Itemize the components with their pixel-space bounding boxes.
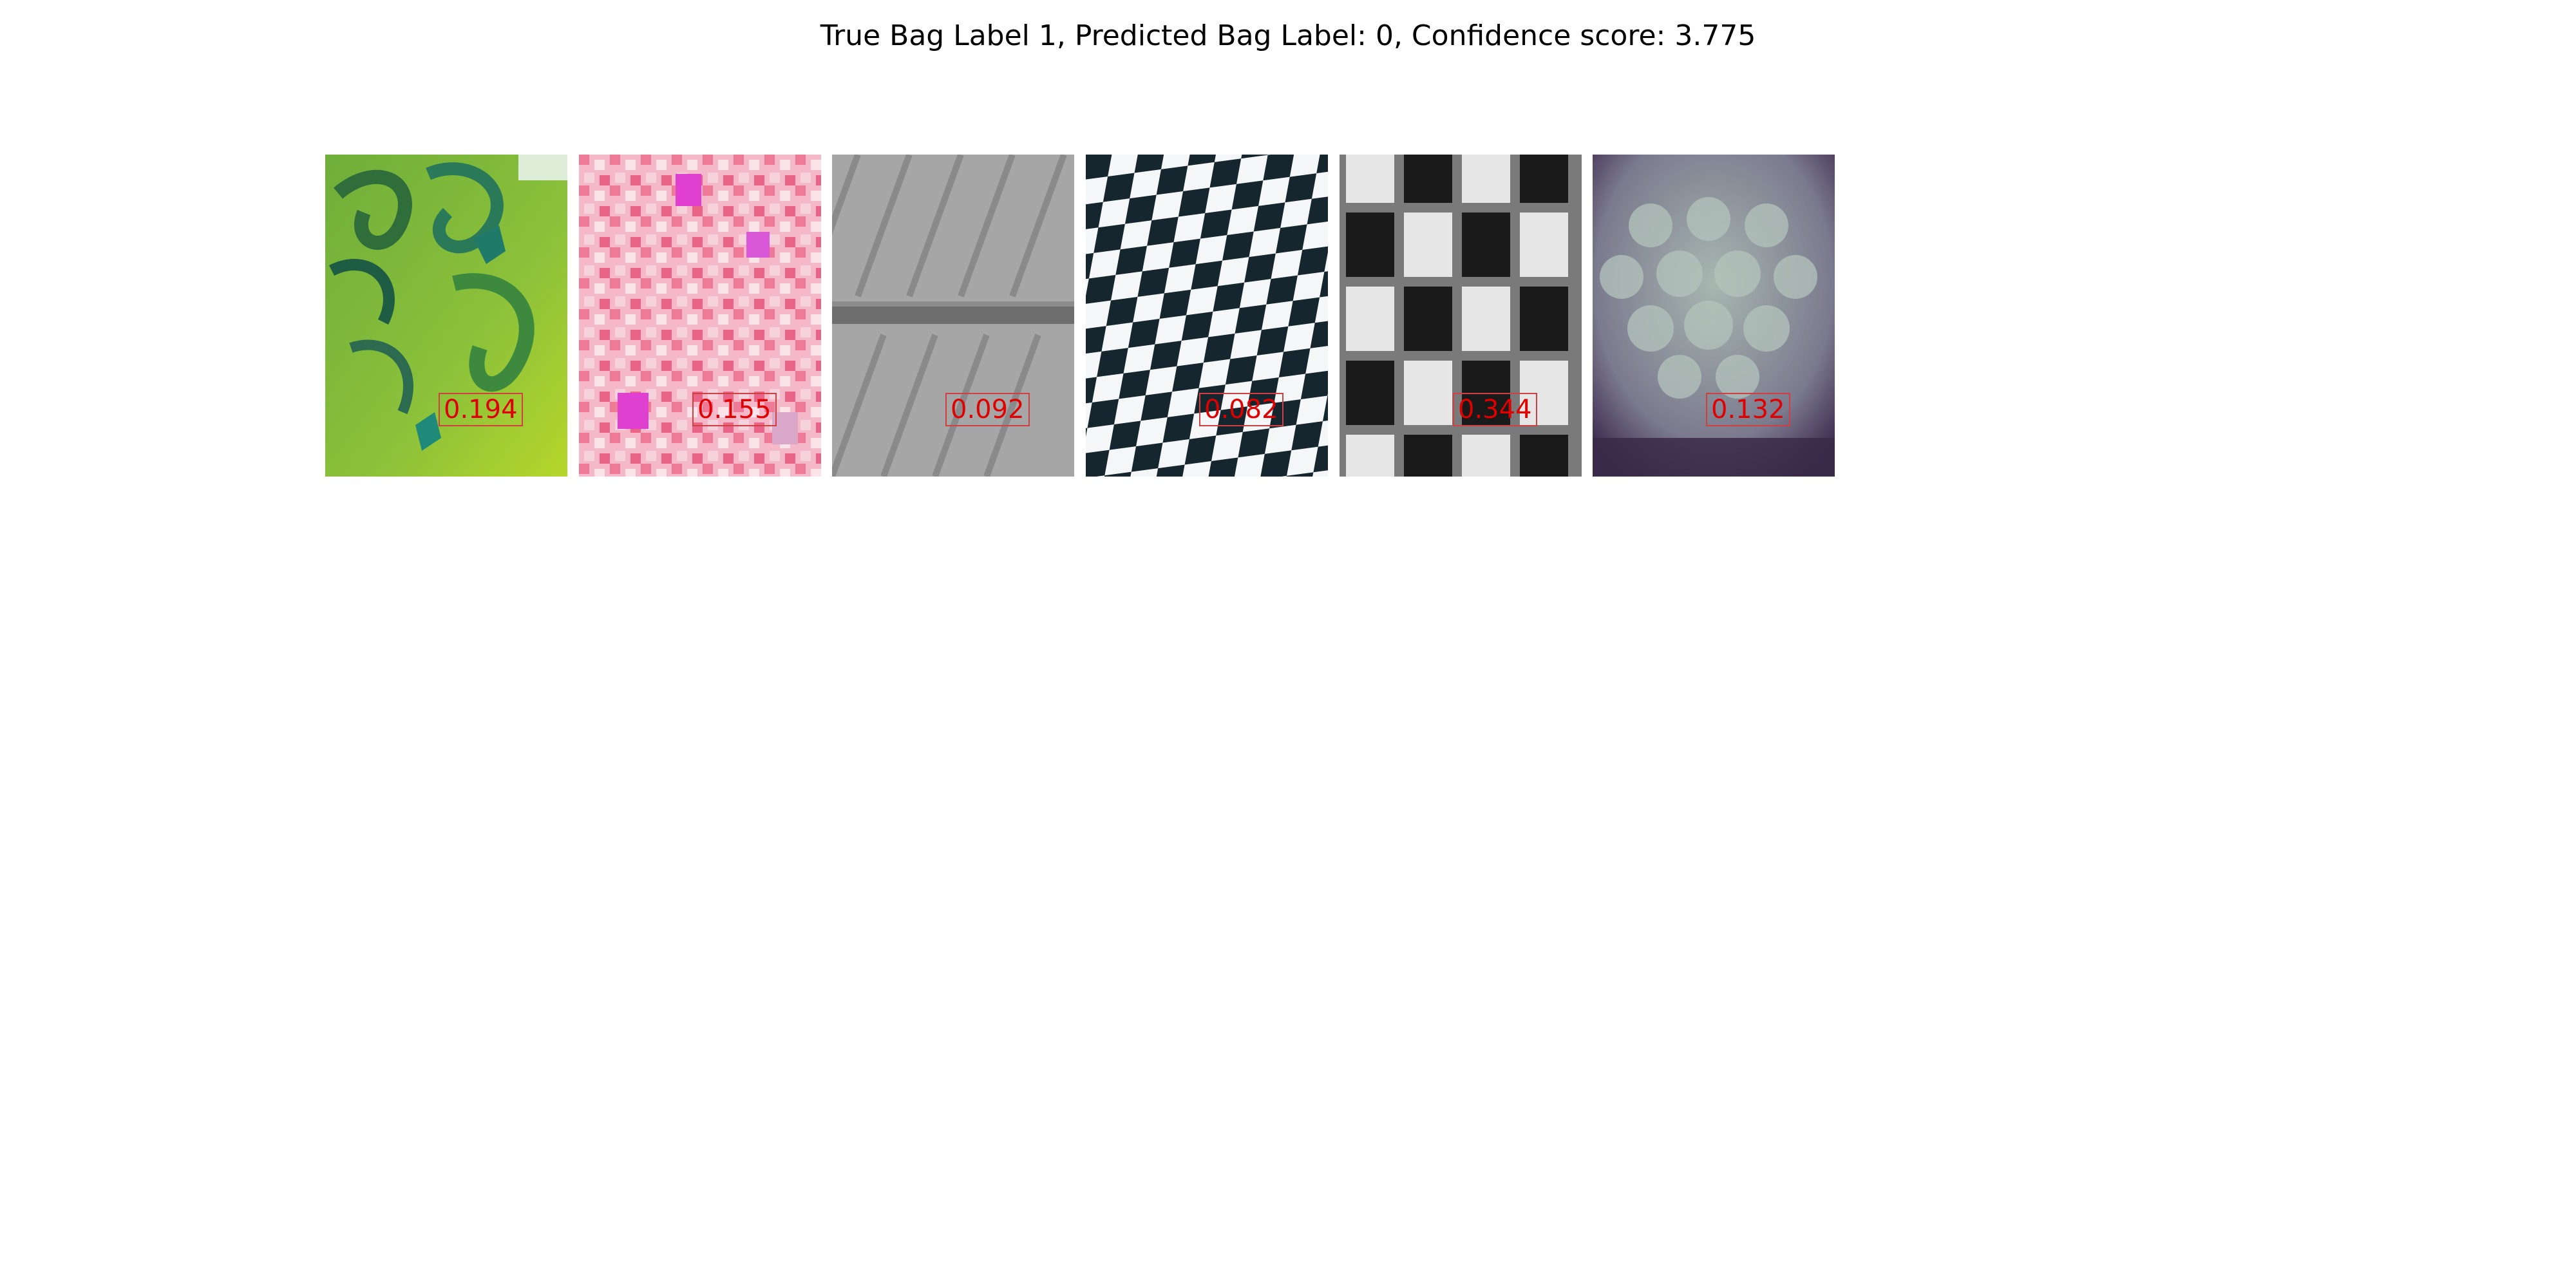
instance-tile-6: 0.132 (1593, 155, 1835, 477)
instance-score-4: 0.082 (1199, 393, 1283, 426)
instance-image-2 (579, 155, 821, 477)
instance-score-2: 0.155 (692, 393, 777, 426)
instance-image-6 (1593, 155, 1835, 477)
instance-image-1 (325, 155, 567, 477)
instance-tile-2: 0.155 (579, 155, 821, 477)
instance-image-3 (832, 155, 1074, 477)
figure-title: True Bag Label 1, Predicted Bag Label: 0… (820, 19, 1756, 52)
instance-tile-5: 0.344 (1340, 155, 1582, 477)
instance-score-3: 0.092 (945, 393, 1030, 426)
instance-tile-3: 0.092 (832, 155, 1074, 477)
instance-image-4 (1086, 155, 1328, 477)
instance-tile-1: 0.194 (325, 155, 567, 477)
instance-image-5 (1340, 155, 1582, 477)
instance-tile-4: 0.082 (1086, 155, 1328, 477)
instance-score-6: 0.132 (1706, 393, 1790, 426)
instance-score-5: 0.344 (1453, 393, 1537, 426)
instance-score-1: 0.194 (439, 393, 523, 426)
